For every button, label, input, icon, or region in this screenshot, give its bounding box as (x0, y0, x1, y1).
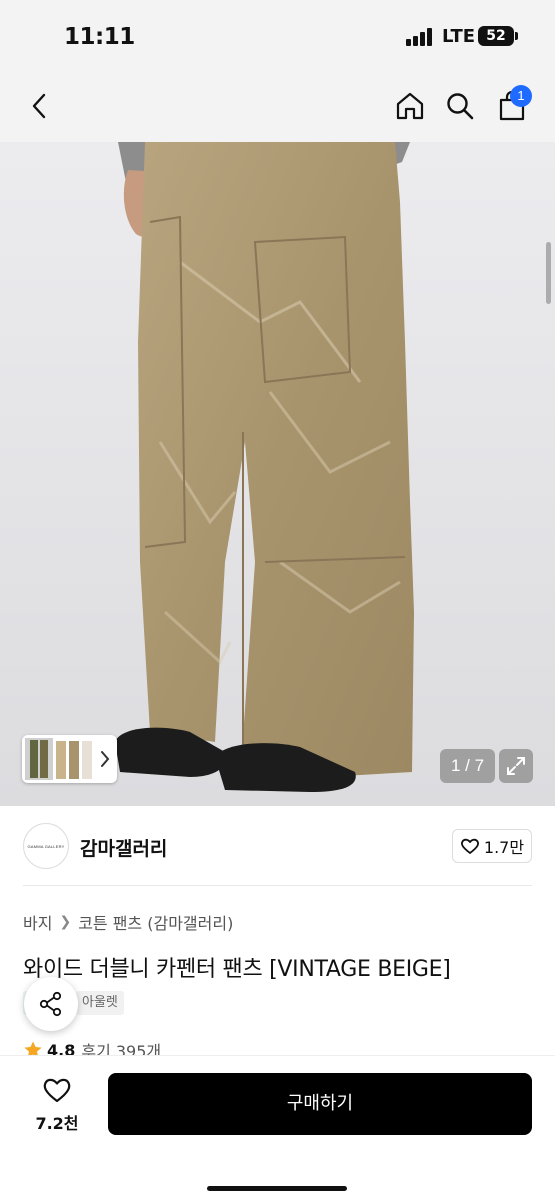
search-button[interactable] (438, 84, 482, 128)
scroll-indicator (546, 242, 551, 304)
heart-icon (460, 838, 479, 854)
bottom-bar: 7.2천 구매하기 (0, 1055, 555, 1200)
wishlist-button[interactable]: 7.2천 (27, 1074, 87, 1134)
status-time: 11:11 (64, 24, 135, 50)
divider (23, 885, 532, 886)
nav-bar (0, 70, 555, 142)
breadcrumb-item-subcategory[interactable]: 코튼 팬츠 (감마갤러리) (78, 910, 233, 934)
image-counter: 1 / 7 (440, 749, 495, 783)
home-button[interactable] (388, 84, 432, 128)
brand-like-button[interactable]: 1.7만 (452, 829, 532, 863)
status-bar: 11:11 LTE 52 (0, 0, 555, 70)
brand-like-count: 1.7만 (483, 838, 525, 857)
brand-name[interactable]: 감마갤러리 (80, 834, 167, 861)
thumbnail-strip[interactable] (22, 735, 117, 783)
home-indicator (207, 1186, 347, 1191)
network-label: LTE (442, 26, 476, 47)
breadcrumb: 바지 ❯ 코튼 팬츠 (감마갤러리) (23, 911, 233, 933)
fullscreen-button[interactable] (499, 749, 533, 783)
signal-icon (406, 28, 436, 46)
heart-icon (43, 1078, 71, 1103)
battery-cap (515, 32, 518, 40)
back-button[interactable] (18, 84, 62, 128)
battery-icon: 52 (478, 26, 514, 46)
brand-logo[interactable]: GAMMA GALLERY (23, 823, 69, 869)
buy-button[interactable]: 구매하기 (108, 1073, 532, 1135)
outlet-tag: 아울렛 (76, 991, 124, 1015)
brand-row: GAMMA GALLERY 감마갤러리 1.7만 (0, 806, 555, 886)
cart-count-badge: 1 (510, 85, 532, 107)
search-icon (447, 93, 474, 120)
product-photo-pants (0, 142, 555, 806)
share-button[interactable] (24, 977, 78, 1031)
product-title: 와이드 더블니 카펜터 팬츠 [VINTAGE BEIGE] (23, 957, 451, 982)
thumbnail-images (25, 738, 110, 780)
battery-level: 52 (486, 28, 506, 44)
home-icon (396, 92, 424, 120)
expand-icon (507, 757, 525, 775)
breadcrumb-item-category[interactable]: 바지 (23, 910, 52, 934)
chevron-right-icon: ❯ (59, 914, 72, 930)
chevron-left-icon (32, 93, 46, 119)
product-image[interactable] (0, 142, 555, 806)
share-icon (39, 991, 62, 1017)
app-root: 11:11 LTE 52 1 1 / 7 GAMMA GALLERY 감마갤러리… (0, 0, 555, 1200)
wishlist-count: 7.2천 (35, 1114, 79, 1133)
